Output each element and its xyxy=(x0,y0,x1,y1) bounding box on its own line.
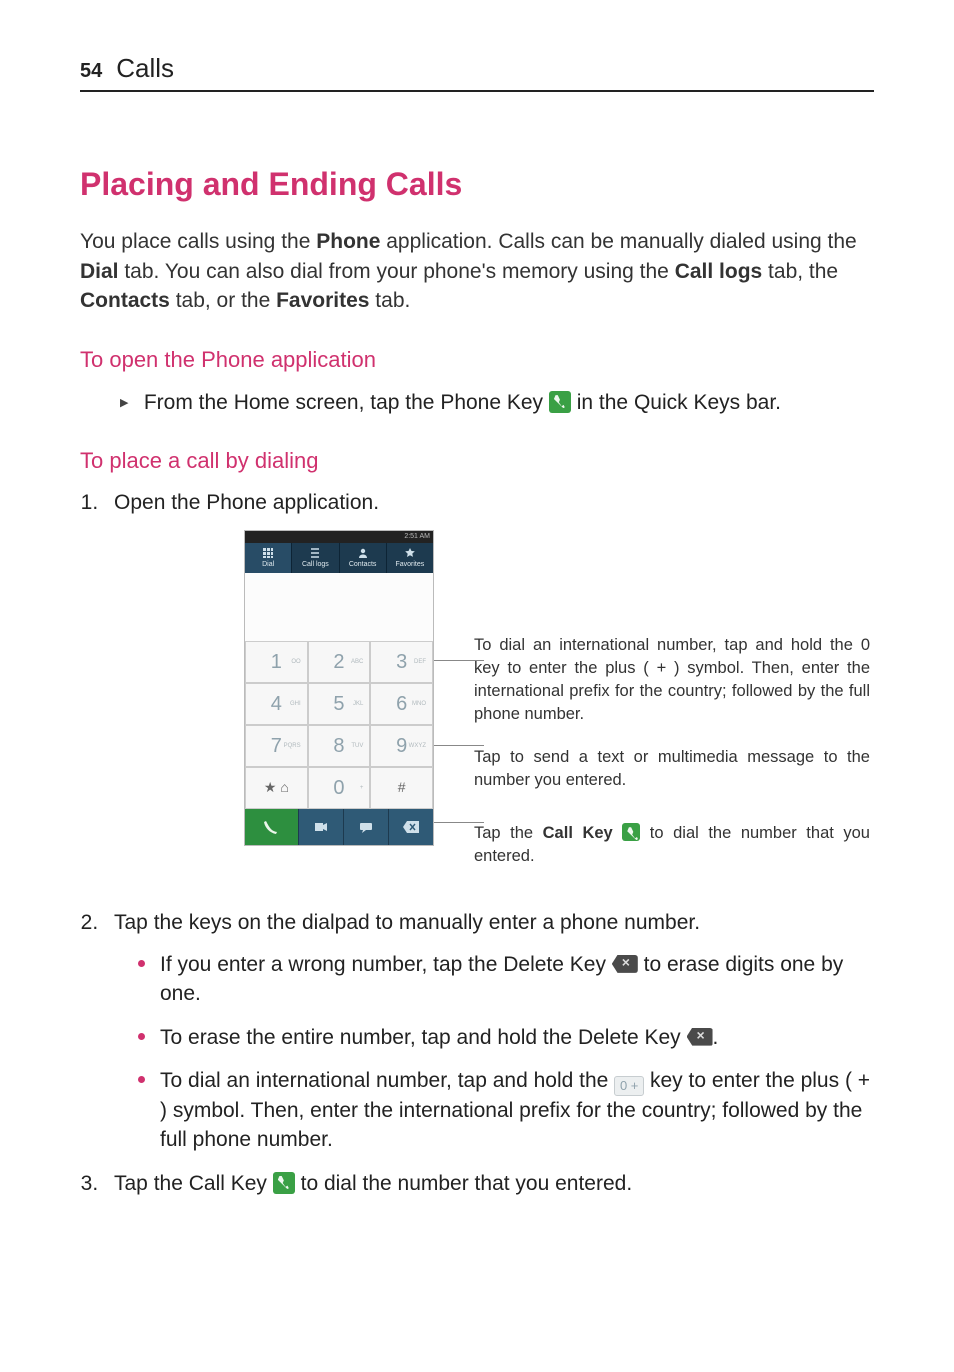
tab-label: Contacts xyxy=(349,561,377,568)
phone-call-button[interactable] xyxy=(245,809,298,845)
text: ) symbol. Then, enter the international … xyxy=(160,1099,862,1151)
text: You place calls using the xyxy=(80,230,316,253)
text: tab. xyxy=(369,289,410,312)
call-key-icon xyxy=(622,823,640,841)
text-bold: Call Key xyxy=(543,824,613,842)
text: Open the xyxy=(114,491,206,514)
section-title: Calls xyxy=(116,50,174,86)
dial-key-8[interactable]: 8TUV xyxy=(308,725,371,767)
delete-key-icon xyxy=(612,955,638,973)
callout-call-key: Tap the Call Key to dial the number that… xyxy=(474,822,870,868)
dial-key-star[interactable]: ★ ⌂ xyxy=(245,767,308,809)
dial-key-5[interactable]: 5JKL xyxy=(308,683,371,725)
open-phone-step: From the Home screen, tap the Phone Key … xyxy=(80,388,874,417)
phone-key-icon xyxy=(549,391,571,413)
text: to dial the number that you entered. xyxy=(295,1172,632,1195)
zero-key-icon: 0 + xyxy=(614,1076,644,1096)
phone-number-display xyxy=(245,573,433,641)
text: To dial an international number, tap and… xyxy=(160,1069,614,1092)
text: application. xyxy=(267,491,379,514)
text-bold: Phone xyxy=(206,491,267,514)
step-2: Tap the keys on the dialpad to manually … xyxy=(104,908,874,1154)
subheading-open-phone: To open the Phone application xyxy=(80,345,874,376)
bullet-international: To dial an international number, tap and… xyxy=(138,1066,874,1155)
dial-key-6[interactable]: 6MNO xyxy=(370,683,433,725)
dial-key-3[interactable]: 3DEF xyxy=(370,641,433,683)
text: tab, the xyxy=(762,260,838,283)
step-3: Tap the Call Key to dial the number that… xyxy=(104,1169,874,1198)
text-bold: Delete Key xyxy=(578,1026,681,1049)
text-bold: Phone Key xyxy=(440,391,543,414)
phone-delete-button[interactable] xyxy=(388,809,433,845)
dial-key-9[interactable]: 9WXYZ xyxy=(370,725,433,767)
step-1: Open the Phone application. 2:51 AM Dial… xyxy=(104,488,874,888)
intro-paragraph: You place calls using the Phone applicat… xyxy=(80,227,874,315)
text: Tap the xyxy=(114,1172,189,1195)
text: in the Quick Keys bar. xyxy=(571,391,781,414)
phone-tab-calllogs[interactable]: Call logs xyxy=(292,543,339,573)
text: Tap the keys on the dialpad to manually … xyxy=(114,911,700,934)
phone-message-button[interactable] xyxy=(343,809,388,845)
phone-video-call-button[interactable] xyxy=(298,809,343,845)
text: . xyxy=(713,1026,719,1049)
text: tab, or the xyxy=(170,289,276,312)
subheading-place-call: To place a call by dialing xyxy=(80,446,874,477)
text-bold: Phone xyxy=(316,230,380,253)
dial-key-7[interactable]: 7PQRS xyxy=(245,725,308,767)
page-number: 54 xyxy=(80,57,102,85)
phone-tab-contacts[interactable]: Contacts xyxy=(340,543,387,573)
text-bold: Contacts xyxy=(80,289,170,312)
phone-tab-dial[interactable]: Dial xyxy=(245,543,292,573)
dial-key-2[interactable]: 2ABC xyxy=(308,641,371,683)
callout-international: To dial an international number, tap and… xyxy=(474,634,870,726)
tab-label: Call logs xyxy=(302,561,329,568)
dial-key-4[interactable]: 4GHI xyxy=(245,683,308,725)
page-header: 54 Calls xyxy=(80,50,874,92)
text-bold: Dial xyxy=(80,260,119,283)
dial-key-pound[interactable]: # xyxy=(370,767,433,809)
phone-dialpad: 1OO 2ABC 3DEF 4GHI 5JKL 6MNO 7PQRS 8TUV … xyxy=(245,641,433,809)
tab-label: Favorites xyxy=(395,561,424,568)
callout-message: Tap to send a text or multimedia message… xyxy=(474,746,870,792)
phone-screenshot: 2:51 AM Dial Call logs Contacts xyxy=(244,530,434,846)
text: application. Calls can be manually diale… xyxy=(380,230,856,253)
text-bold: Call logs xyxy=(675,260,763,283)
text-bold: Delete Key xyxy=(503,953,606,976)
page-title: Placing and Ending Calls xyxy=(80,162,874,207)
tab-label: Dial xyxy=(262,561,274,568)
delete-key-icon xyxy=(687,1028,713,1046)
text-bold: + xyxy=(858,1069,870,1092)
dial-key-0[interactable]: 0+ xyxy=(308,767,371,809)
step-2-bullets: If you enter a wrong number, tap the Del… xyxy=(114,950,874,1155)
text-bold: Call Key xyxy=(189,1172,267,1195)
text: If you enter a wrong number, tap the xyxy=(160,953,503,976)
figure-callouts: To dial an international number, tap and… xyxy=(474,530,874,889)
dial-key-1[interactable]: 1OO xyxy=(245,641,308,683)
bullet-wrong-number: If you enter a wrong number, tap the Del… xyxy=(138,950,874,1009)
phone-call-row xyxy=(245,809,433,845)
text: key to enter the plus ( xyxy=(644,1069,858,1092)
text: Tap the xyxy=(474,824,543,842)
phone-tabs: Dial Call logs Contacts Favorites xyxy=(245,543,433,573)
bullet-erase-entire: To erase the entire number, tap and hold… xyxy=(138,1023,874,1052)
text-bold: Favorites xyxy=(276,289,369,312)
phone-figure: 2:51 AM Dial Call logs Contacts xyxy=(244,530,874,889)
text: tab. You can also dial from your phone's… xyxy=(119,260,675,283)
phone-tab-favorites[interactable]: Favorites xyxy=(387,543,433,573)
phone-statusbar: 2:51 AM xyxy=(245,531,433,543)
text: To erase the entire number, tap and hold… xyxy=(160,1026,578,1049)
text: From the Home screen, tap the xyxy=(144,391,440,414)
call-key-icon xyxy=(273,1172,295,1194)
dialing-steps-list: Open the Phone application. 2:51 AM Dial… xyxy=(80,488,874,1198)
